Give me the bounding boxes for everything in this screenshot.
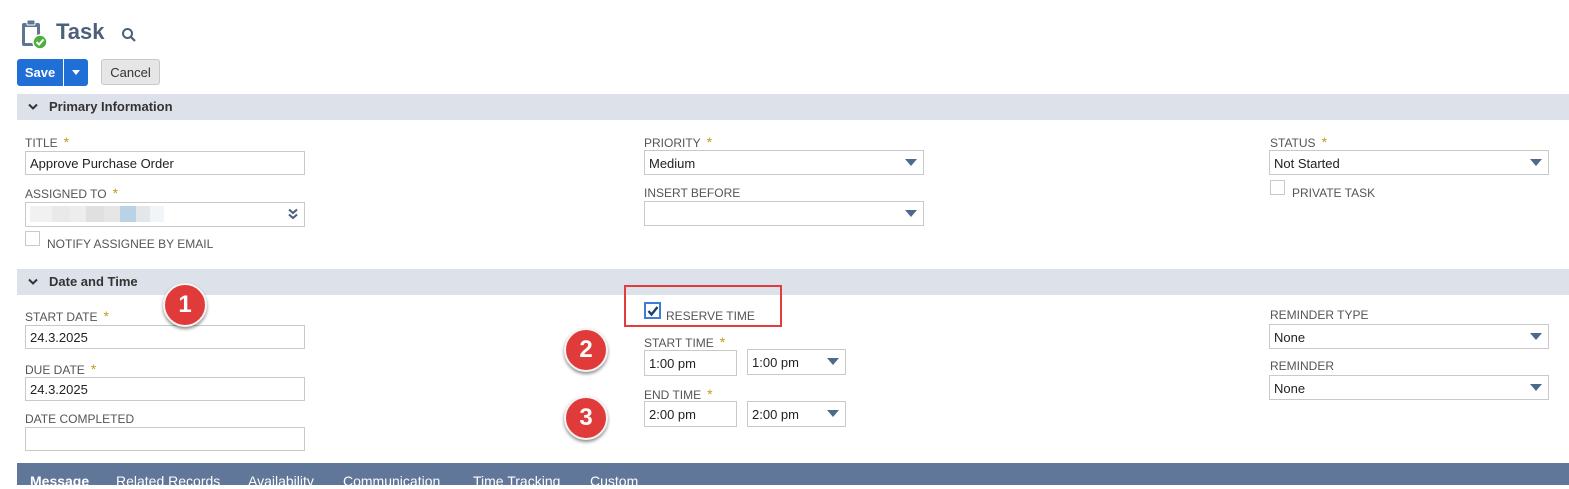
reminder-type-select[interactable]: None bbox=[1269, 324, 1549, 349]
end-time-input[interactable]: 2:00 pm bbox=[644, 401, 737, 427]
caret-down-icon bbox=[72, 69, 80, 75]
status-label: STATUS * bbox=[1270, 134, 1327, 150]
caret-down-icon bbox=[827, 410, 839, 417]
required-marker: * bbox=[706, 134, 713, 150]
tab-related-records[interactable]: Related Records bbox=[116, 473, 220, 489]
caret-down-icon bbox=[1530, 384, 1542, 391]
date-completed-label: DATE COMPLETED bbox=[25, 412, 135, 426]
save-button[interactable]: Save bbox=[17, 59, 63, 86]
checkmark-icon bbox=[647, 306, 659, 317]
end-time-label-text: END TIME bbox=[644, 388, 702, 402]
due-date-label: DUE DATE * bbox=[25, 361, 96, 377]
reserve-time-checkbox[interactable] bbox=[644, 302, 661, 319]
due-date-label-text: DUE DATE bbox=[25, 363, 85, 377]
tab-custom[interactable]: Custom bbox=[590, 473, 638, 489]
chevron-down-icon bbox=[28, 103, 38, 110]
private-task-label: PRIVATE TASK bbox=[1292, 186, 1376, 200]
required-marker: * bbox=[707, 386, 713, 402]
redacted-name bbox=[30, 206, 175, 222]
caret-down-icon bbox=[905, 159, 917, 166]
cancel-button[interactable]: Cancel bbox=[101, 59, 160, 85]
annotation-badge-3: 3 bbox=[564, 396, 608, 440]
reserve-time-label: RESERVE TIME bbox=[666, 309, 755, 323]
double-chevron-down-icon bbox=[288, 208, 298, 220]
tab-communication[interactable]: Communication bbox=[343, 473, 440, 489]
annotation-badge-1: 1 bbox=[163, 283, 207, 327]
required-marker: * bbox=[719, 334, 726, 350]
reminder-type-label: REMINDER TYPE bbox=[1270, 308, 1369, 322]
tab-availability[interactable]: Availability bbox=[248, 473, 314, 489]
start-time-input[interactable]: 1:00 pm bbox=[644, 350, 737, 376]
caret-down-icon bbox=[827, 358, 839, 365]
tab-message[interactable]: Message bbox=[30, 473, 89, 489]
start-time-select[interactable]: 1:00 pm bbox=[747, 349, 846, 375]
reminder-label: REMINDER bbox=[1270, 359, 1335, 373]
priority-label: PRIORITY * bbox=[644, 134, 712, 150]
required-marker: * bbox=[112, 185, 119, 201]
search-icon[interactable] bbox=[121, 27, 137, 43]
caret-down-icon bbox=[1530, 159, 1542, 166]
end-time-select-value: 2:00 pm bbox=[752, 407, 799, 422]
required-marker: * bbox=[103, 308, 109, 324]
section-date-and-time[interactable]: Date and Time bbox=[17, 269, 1569, 295]
private-task-checkbox[interactable] bbox=[1270, 180, 1285, 195]
save-menu-button[interactable] bbox=[64, 59, 88, 86]
start-time-select-value: 1:00 pm bbox=[752, 355, 799, 370]
title-label-text: TITLE bbox=[25, 136, 58, 150]
page-title: Task bbox=[56, 19, 105, 44]
section-title: Date and Time bbox=[49, 274, 138, 289]
status-select[interactable]: Not Started bbox=[1269, 150, 1549, 175]
start-date-label-text: START DATE bbox=[25, 310, 98, 324]
insert-before-label: INSERT BEFORE bbox=[644, 186, 741, 200]
assigned-to-label-text: ASSIGNED TO bbox=[25, 187, 107, 201]
section-primary-information[interactable]: Primary Information bbox=[17, 94, 1569, 120]
section-title: Primary Information bbox=[49, 99, 173, 114]
assigned-to-label: ASSIGNED TO * bbox=[25, 185, 118, 201]
start-time-label-text: START TIME bbox=[644, 336, 714, 350]
required-marker: * bbox=[63, 134, 70, 150]
priority-label-text: PRIORITY bbox=[644, 136, 701, 150]
status-value: Not Started bbox=[1274, 156, 1340, 171]
insert-before-select[interactable] bbox=[644, 201, 924, 226]
end-time-select[interactable]: 2:00 pm bbox=[747, 401, 846, 427]
status-label-text: STATUS bbox=[1270, 136, 1316, 150]
chevron-down-icon bbox=[28, 278, 38, 285]
priority-select[interactable]: Medium bbox=[644, 150, 924, 175]
date-completed-input[interactable] bbox=[25, 427, 305, 451]
reminder-value: None bbox=[1274, 381, 1306, 396]
caret-down-icon bbox=[905, 210, 917, 217]
reminder-type-value: None bbox=[1274, 330, 1306, 345]
notify-assignee-checkbox[interactable] bbox=[25, 231, 40, 246]
title-input[interactable]: Approve Purchase Order bbox=[25, 151, 305, 175]
subtab-bar: Message Related Records Availability Com… bbox=[17, 463, 1569, 489]
caret-down-icon bbox=[1530, 333, 1542, 340]
required-marker: * bbox=[90, 361, 97, 377]
assigned-to-select[interactable] bbox=[25, 202, 305, 227]
due-date-input[interactable]: 24.3.2025 bbox=[25, 377, 305, 401]
end-time-label: END TIME * bbox=[644, 386, 713, 402]
annotation-badge-2: 2 bbox=[564, 328, 608, 372]
start-date-label: START DATE * bbox=[25, 308, 109, 324]
tab-time-tracking[interactable]: Time Tracking bbox=[473, 473, 560, 489]
task-clipboard-icon bbox=[20, 18, 48, 50]
start-date-input[interactable]: 24.3.2025 bbox=[25, 325, 305, 349]
notify-assignee-label: NOTIFY ASSIGNEE BY EMAIL bbox=[47, 237, 214, 251]
required-marker: * bbox=[1321, 134, 1328, 150]
priority-value: Medium bbox=[649, 156, 696, 171]
title-label: TITLE * bbox=[25, 134, 69, 150]
start-time-label: START TIME * bbox=[644, 334, 725, 350]
reminder-select[interactable]: None bbox=[1269, 375, 1549, 400]
